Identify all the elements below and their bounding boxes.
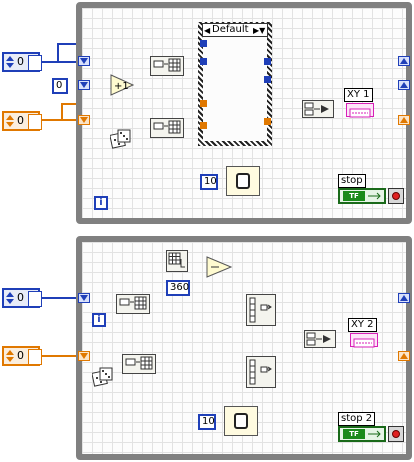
xy-graph-1[interactable] [346,103,374,118]
increment-decrement-icon[interactable] [6,115,14,127]
increment-decrement-icon[interactable] [6,56,14,68]
boolean-terminal-icon: TF [343,429,365,439]
control-value: 0 [17,349,24,362]
numeric-control-2[interactable]: 0 [2,288,42,308]
case-tunnel [200,58,207,65]
random-number-icon[interactable] [110,128,132,150]
graph-label-2: XY 2 [348,318,377,332]
stop-label-1: stop [338,174,366,188]
case-tunnel [200,40,207,47]
random-number-icon[interactable] [92,366,114,388]
shift-register-left-blue-2[interactable] [78,80,90,90]
case-tunnel [264,76,271,83]
case-tunnel [264,58,271,65]
index-array-node[interactable] [166,250,188,272]
shift-register-left-blue-l2[interactable] [78,293,90,303]
loop-condition-icon-1[interactable] [388,188,404,204]
control-display [28,349,42,365]
increment-icon[interactable]: +1 [110,74,134,96]
boolean-terminal-icon: TF [343,191,365,201]
modulo-constant[interactable]: 360 [166,280,190,296]
shift-register-right-orange-l2[interactable] [398,351,410,361]
control-display [28,114,42,130]
insert-array-node-1[interactable] [246,294,276,326]
xy-graph-2[interactable] [350,333,378,348]
bundle-node-1[interactable] [302,100,334,118]
build-array-node-4[interactable] [122,354,156,374]
shift-register-right-orange[interactable] [398,115,410,125]
control-display [28,291,42,307]
control-value: 0 [17,55,24,68]
build-array-node-3[interactable] [116,294,150,314]
shift-register-left-orange-l2[interactable] [78,351,90,361]
iteration-terminal-2: i [92,313,106,327]
bundle-node-2[interactable] [304,330,336,348]
control-value: 0 [17,291,24,304]
shift-register-right-blue-l2[interactable] [398,293,410,303]
graph-label-1: XY 1 [344,88,373,102]
loop-condition-icon-2[interactable] [388,426,404,442]
increment-decrement-icon[interactable] [6,292,14,304]
build-array-node-1[interactable] [150,56,184,76]
stop-button-2[interactable]: TF [338,426,386,442]
control-value: 0 [17,114,24,127]
case-tunnel [200,122,207,129]
case-tunnel [200,100,207,107]
build-array-node-2[interactable] [150,118,184,138]
svg-text:+1: +1 [114,81,129,92]
wait-ms-icon[interactable] [224,406,258,436]
wait-ms-constant-2[interactable]: 10 [198,414,216,430]
shift-register-right-blue-2[interactable] [398,80,410,90]
iteration-terminal-1: i [94,196,108,210]
quotient-remainder-icon[interactable] [206,256,232,278]
case-selector-dec-icon[interactable]: ◀ [204,26,210,35]
case-structure[interactable] [198,22,272,146]
array-control-1[interactable]: 0 [2,111,42,131]
insert-array-node-2[interactable] [246,356,276,388]
shift-register-left-blue-1[interactable] [78,56,90,66]
case-tunnel [264,118,271,125]
shift-register-right-blue-1[interactable] [398,56,410,66]
case-selector-label: Default [212,24,249,35]
array-control-2[interactable]: 0 [2,346,42,366]
wait-ms-constant-1[interactable]: 10 [200,174,218,190]
wait-ms-icon[interactable] [226,166,260,196]
case-selector-inc-icon[interactable]: ▶▼ [253,26,265,35]
stop-label-2: stop 2 [338,412,376,426]
shift-register-left-orange[interactable] [78,115,90,125]
init-constant[interactable]: 0 [52,78,68,94]
control-display [28,55,42,71]
increment-decrement-icon[interactable] [6,350,14,362]
case-selector[interactable]: ◀ Default ▶▼ [202,23,268,37]
numeric-control-1[interactable]: 0 [2,52,42,72]
stop-button-1[interactable]: TF [338,188,386,204]
